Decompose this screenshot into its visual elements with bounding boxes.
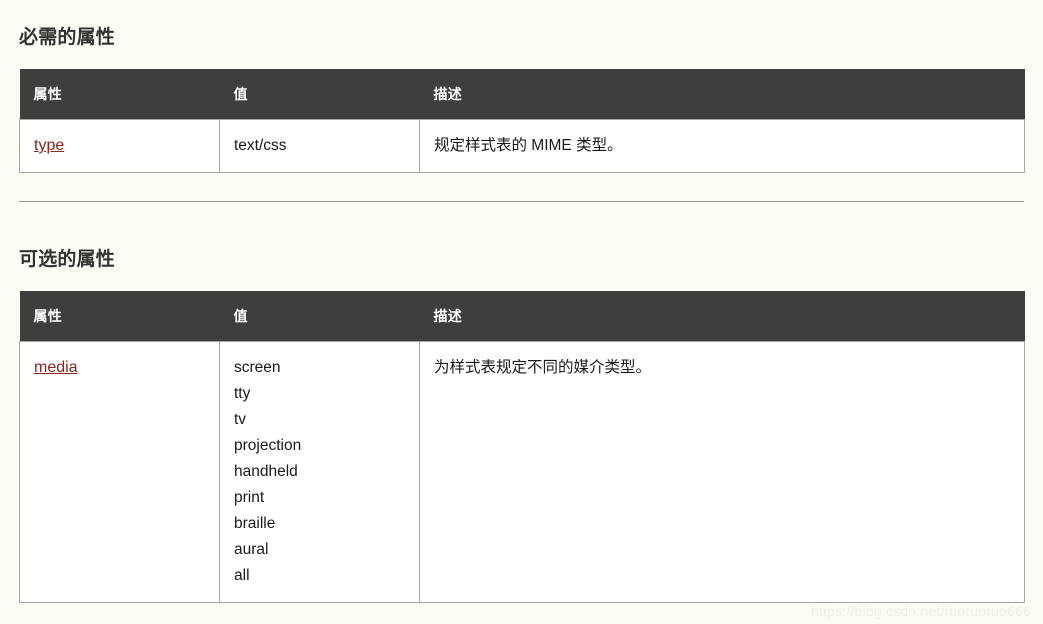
table-header-required: 属性 值 描述 <box>19 69 1025 120</box>
list-item: all <box>234 567 250 584</box>
table-row: type text/css 规定样式表的 MIME 类型。 <box>19 119 1025 173</box>
table-body-optional: media screen tty tv projection handheld print… <box>19 341 1025 603</box>
list-item: aural <box>234 541 269 558</box>
description-text: 为样式表规定不同的媒介类型。 <box>434 359 652 376</box>
cell-description: 规定样式表的 MIME 类型。 <box>419 119 1025 173</box>
value-text: text/css <box>234 137 287 154</box>
table-row: media screen tty tv projection handheld print… <box>19 341 1025 603</box>
list-item: screen <box>234 359 281 376</box>
cell-value: screen tty tv projection handheld print braill… <box>219 341 420 603</box>
watermark: https://blog.csdn.net/ruoruoruo666 <box>810 603 1031 619</box>
table-header-row: 属性 值 描述 <box>19 69 1025 120</box>
cell-attribute: media <box>19 341 220 603</box>
column-header-attribute: 属性 <box>19 69 220 120</box>
column-header-value: 值 <box>219 69 420 120</box>
table-header-optional: 属性 值 描述 <box>19 291 1025 342</box>
attribute-link-media[interactable]: media <box>34 359 78 376</box>
list-item: projection <box>234 437 302 454</box>
documentation-page: 必需的属性 属性 值 描述 type text/css 规定样式表的 MIME … <box>0 0 1043 624</box>
column-header-description: 描述 <box>419 291 1025 342</box>
optional-attributes-table: 属性 值 描述 media screen tty tv projection handh… <box>19 291 1025 603</box>
page-title-required-attributes: 必需的属性 <box>19 27 116 48</box>
media-value-list: screen tty tv projection handheld print braill… <box>234 355 419 589</box>
list-item: braille <box>234 515 276 532</box>
section-divider <box>19 201 1024 202</box>
column-header-value: 值 <box>219 291 420 342</box>
table-body-required: type text/css 规定样式表的 MIME 类型。 <box>19 119 1025 173</box>
table-header-row: 属性 值 描述 <box>19 291 1025 342</box>
page-title-optional-attributes: 可选的属性 <box>19 249 116 270</box>
list-item: tv <box>234 411 247 428</box>
list-item: tty <box>234 385 251 402</box>
list-item: handheld <box>234 463 298 480</box>
cell-attribute: type <box>19 119 220 173</box>
column-header-description: 描述 <box>419 69 1025 120</box>
attribute-link-type[interactable]: type <box>34 137 64 154</box>
list-item: print <box>234 489 265 506</box>
cell-description: 为样式表规定不同的媒介类型。 <box>419 341 1025 603</box>
description-text: 规定样式表的 MIME 类型。 <box>434 137 623 154</box>
cell-value: text/css <box>219 119 420 173</box>
column-header-attribute: 属性 <box>19 291 220 342</box>
required-attributes-table: 属性 值 描述 type text/css 规定样式表的 MIME 类型。 <box>19 69 1025 173</box>
